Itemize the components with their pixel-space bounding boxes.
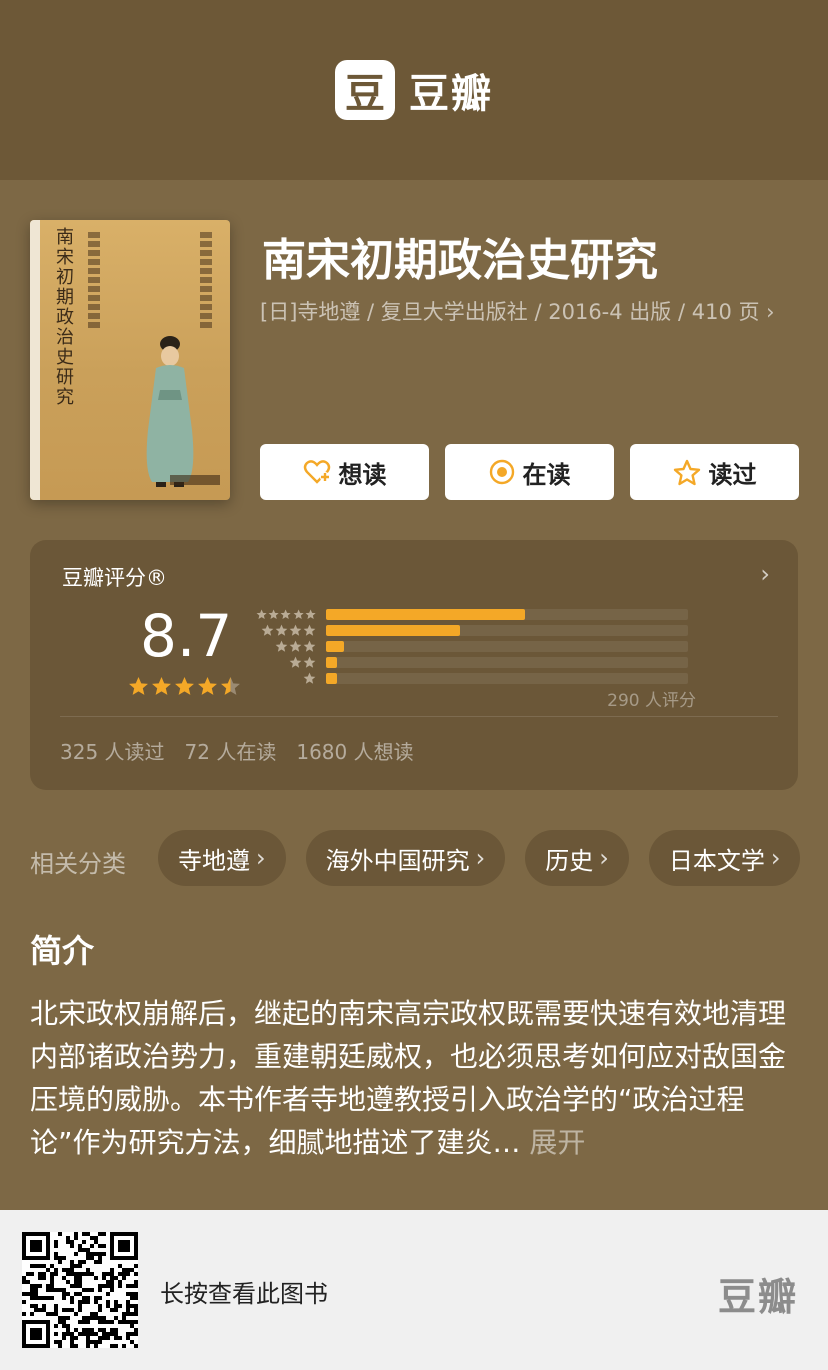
rating-distribution — [256, 606, 696, 686]
tag-label: 海外中国研究 — [325, 846, 470, 875]
reading-status-actions: 想读 在读 读过 — [260, 444, 799, 500]
distribution-bar — [326, 640, 345, 652]
read-count: 325 人读过 — [60, 740, 165, 764]
divider — [60, 716, 778, 717]
reading-stats: 325 人读过 72 人在读 1680 人想读 — [60, 736, 414, 765]
distribution-bar-track — [326, 640, 688, 652]
tag-item[interactable]: 日本文学 › — [648, 830, 801, 886]
cover-text-column — [200, 232, 212, 328]
distribution-bar-track — [326, 608, 688, 620]
distribution-row — [256, 654, 696, 670]
star-outline-icon — [673, 459, 700, 485]
distribution-bar-track — [326, 672, 688, 684]
star-icon — [275, 640, 288, 652]
chevron-right-icon: › — [770, 844, 781, 872]
qr-code-icon[interactable] — [22, 1232, 138, 1348]
distribution-row — [256, 622, 696, 638]
rating-label: 豆瓣评分® — [62, 566, 167, 590]
star-icon — [256, 608, 267, 619]
cover-figure-illustration — [146, 336, 194, 487]
chevron-right-icon: › — [256, 844, 266, 872]
tag-item[interactable]: 寺地遵 › — [158, 830, 286, 886]
intro-body: 北宋政权崩解后，继起的南宋高宗政权既需要快速有效地清理内部诸政治势力，重建朝廷威… — [30, 997, 787, 1159]
intro-text: 北宋政权崩解后，继起的南宋高宗政权既需要快速有效地清理内部诸政治势力，重建朝廷威… — [30, 992, 800, 1164]
distribution-bar-track — [326, 624, 688, 636]
rating-stars — [128, 676, 241, 697]
distribution-row — [256, 606, 696, 622]
distribution-stars — [256, 608, 326, 621]
want-count: 1680 人想读 — [296, 740, 414, 764]
distribution-stars — [256, 672, 326, 685]
star-icon — [289, 624, 302, 636]
main-content: 南宋初期政治史研究 南宋初期政治史研究 [日]寺地遵 / 复旦大学出版社 / 2… — [0, 180, 828, 1210]
douban-logo-text: 豆瓣 — [409, 71, 493, 117]
star-icon — [198, 677, 217, 695]
tag-item[interactable]: 海外中国研究 › — [305, 830, 506, 886]
star-icon — [261, 624, 274, 636]
reading-button[interactable]: 在读 — [445, 444, 614, 500]
star-icon — [268, 608, 279, 619]
star-icon — [129, 677, 148, 695]
douban-footer-logo: 豆瓣 — [717, 1275, 798, 1319]
reading-count: 72 人在读 — [184, 740, 277, 764]
footer-hint: 长按查看此图书 — [160, 1280, 328, 1308]
star-icon — [293, 608, 304, 619]
rating-card[interactable]: 豆瓣评分® › 8.7 290 人评分 325 人读过 72 人在读 1680 … — [30, 540, 798, 790]
chevron-right-icon: › — [766, 300, 775, 324]
share-footer: 长按查看此图书 豆瓣 — [0, 1210, 828, 1370]
star-icon — [303, 656, 316, 668]
star-icon — [303, 672, 316, 684]
cover-publisher-mark — [170, 475, 220, 485]
reading-label: 在读 — [522, 460, 571, 489]
star-icon — [152, 677, 171, 695]
star-icon — [303, 624, 316, 636]
distribution-bar-track — [326, 656, 688, 668]
have-read-label: 读过 — [708, 460, 757, 489]
have-read-button[interactable]: 读过 — [630, 444, 799, 500]
distribution-row — [256, 670, 696, 686]
star-icon — [221, 677, 240, 695]
cover-title: 南宋初期政治史研究 — [56, 227, 74, 408]
distribution-stars — [256, 656, 326, 669]
rating-score: 8.7 — [140, 602, 233, 670]
want-to-read-button[interactable]: 想读 — [260, 444, 429, 500]
chevron-right-icon: › — [760, 560, 770, 588]
tag-item[interactable]: 历史 › — [525, 830, 629, 886]
book-cover[interactable]: 南宋初期政治史研究 — [30, 220, 230, 500]
app-header: 豆 豆瓣 — [0, 0, 828, 180]
chevron-right-icon: › — [599, 844, 609, 872]
distribution-bar — [326, 608, 526, 620]
distribution-bar — [326, 656, 337, 668]
expand-link[interactable]: 展开 — [529, 1126, 585, 1159]
cover-text-column — [88, 232, 100, 328]
cover-spine — [30, 220, 40, 500]
star-icon — [175, 677, 194, 695]
star-icon — [280, 608, 292, 619]
heart-plus-icon — [303, 460, 330, 484]
distribution-stars — [256, 624, 326, 637]
book-meta-link[interactable]: [日]寺地遵 / 复旦大学出版社 / 2016-4 出版 / 410 页 › — [260, 296, 775, 326]
star-icon — [289, 656, 302, 668]
distribution-bar — [326, 624, 460, 636]
related-categories-label: 相关分类 — [30, 850, 126, 878]
chevron-right-icon: › — [475, 844, 486, 872]
tag-label: 寺地遵 — [178, 846, 250, 875]
tag-label: 历史 — [545, 846, 594, 875]
star-icon — [303, 640, 316, 652]
distribution-bar — [326, 672, 337, 684]
book-title: 南宋初期政治史研究 — [262, 235, 658, 286]
target-icon — [489, 459, 514, 485]
intro-heading: 简介 — [30, 932, 95, 970]
want-to-read-label: 想读 — [338, 460, 387, 489]
star-icon — [289, 640, 302, 652]
douban-logo-icon: 豆 — [335, 60, 395, 120]
star-icon — [305, 608, 316, 619]
rating-count: 290 人评分 — [607, 691, 696, 711]
related-categories: 寺地遵 › 海外中国研究 › 历史 › 日本文学 › — [158, 830, 801, 886]
distribution-row — [256, 638, 696, 654]
distribution-stars — [256, 640, 326, 653]
tag-label: 日本文学 — [668, 846, 765, 875]
book-meta-text: [日]寺地遵 / 复旦大学出版社 / 2016-4 出版 / 410 页 — [260, 300, 760, 324]
star-icon — [275, 624, 288, 636]
